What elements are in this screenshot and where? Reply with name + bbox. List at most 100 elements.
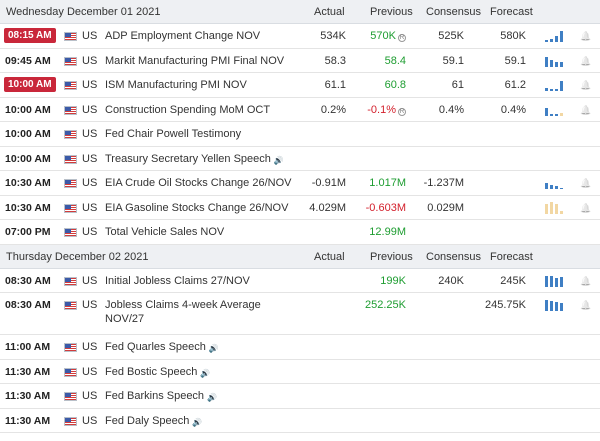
bell-icon[interactable]: 🔔	[580, 299, 592, 311]
chart-bar	[555, 186, 558, 189]
event-row[interactable]: 11:30 AM US Fed Bostic Speech 🔊	[0, 360, 600, 384]
bell-icon[interactable]: 🔔	[580, 104, 592, 116]
event-row[interactable]: 10:00 AM US Construction Spending MoM OCT 0…	[0, 98, 600, 122]
mini-chart[interactable]	[545, 201, 567, 214]
chart-bar	[560, 61, 563, 67]
event-row[interactable]: 11:00 AM US Fed Quarles Speech 🔊	[0, 335, 600, 360]
column-header-forecast[interactable]: Forecast	[490, 6, 533, 18]
event-forecast: 245K	[500, 274, 526, 287]
event-row[interactable]: 10:00 AM US Fed Chair Powell Testimony	[0, 122, 600, 147]
column-header-previous[interactable]: Previous	[370, 6, 413, 18]
event-row[interactable]: 10:30 AM US EIA Gasoline Stocks Change 26/…	[0, 196, 600, 220]
event-name-link[interactable]: Fed Barkins Speech 🔊	[105, 390, 217, 402]
event-name: Total Vehicle Sales NOV	[105, 226, 225, 238]
column-header-actual[interactable]: Actual	[314, 251, 345, 263]
chart-bar	[550, 39, 553, 42]
event-country: US	[82, 30, 98, 42]
event-row[interactable]: 10:30 AM US EIA Crude Oil Stocks Change 26…	[0, 171, 600, 196]
event-row[interactable]: 08:30 AM US Initial Jobless Claims 27/NOV 1…	[0, 269, 600, 293]
event-name-link[interactable]: ISM Manufacturing PMI NOV	[105, 79, 247, 91]
event-name-link[interactable]: Jobless Claims 4-week Average NOV/27	[105, 298, 295, 326]
event-name-link[interactable]: Initial Jobless Claims 27/NOV	[105, 275, 250, 287]
bell-icon[interactable]: 🔔	[580, 30, 592, 42]
event-previous-cell: -0.603M	[346, 202, 406, 214]
event-name-link[interactable]: ADP Employment Change NOV	[105, 30, 260, 42]
event-row[interactable]: 07:00 PM US Total Vehicle Sales NOV 12.99M	[0, 220, 600, 245]
speaker-icon: 🔊	[273, 155, 284, 165]
us-flag-icon	[64, 130, 77, 139]
event-time: 10:00 AM	[4, 77, 56, 92]
mini-chart[interactable]	[545, 275, 567, 287]
event-previous-cell: 1.017M	[346, 177, 406, 189]
event-actual: -0.91M	[311, 177, 346, 189]
event-consensus: 525K	[438, 30, 464, 42]
column-header-actual[interactable]: Actual	[314, 6, 345, 18]
day-header: Thursday December 02 2021 Actual Previous C…	[0, 244, 600, 269]
event-consensus: 59.1	[442, 54, 464, 67]
event-name-link[interactable]: EIA Crude Oil Stocks Change 26/NOV	[105, 177, 291, 189]
chart-bar	[545, 107, 548, 116]
chart-bar	[560, 31, 563, 42]
event-row[interactable]: 09:45 AM US Markit Manufacturing PMI Final…	[0, 49, 600, 73]
chart-bar	[550, 59, 553, 67]
event-previous: 1.017M	[369, 177, 406, 189]
event-row[interactable]: 08:30 AM US Jobless Claims 4-week Average …	[0, 293, 600, 335]
event-name-link[interactable]: Construction Spending MoM OCT	[105, 104, 270, 116]
event-name: Fed Chair Powell Testimony	[105, 128, 242, 140]
event-country: US	[82, 299, 98, 311]
event-time: 10:30 AM	[5, 201, 51, 214]
event-name-link[interactable]: EIA Gasoline Stocks Change 26/NOV	[105, 202, 288, 214]
event-previous: -0.1%	[367, 103, 396, 116]
mini-chart[interactable]	[545, 30, 567, 42]
event-name-link[interactable]: Fed Bostic Speech 🔊	[105, 365, 210, 378]
chart-bar	[550, 89, 553, 91]
mini-chart[interactable]	[545, 177, 567, 189]
chart-bar	[545, 183, 548, 189]
chart-bar	[545, 275, 548, 287]
event-row[interactable]: 11:30 AM US Fed Daly Speech 🔊	[0, 409, 600, 433]
event-name-link[interactable]: Fed Chair Powell Testimony	[105, 128, 241, 140]
bell-icon[interactable]: 🔔	[580, 275, 592, 287]
event-actual: 58.3	[324, 54, 346, 67]
chart-bar	[560, 81, 563, 91]
mini-chart[interactable]	[545, 299, 567, 311]
event-consensus: -1.237M	[423, 177, 464, 189]
event-row[interactable]: 10:00 AM US ISM Manufacturing PMI NOV 61.1 6…	[0, 73, 600, 98]
event-name-link[interactable]: Fed Quarles Speech 🔊	[105, 341, 219, 353]
event-row[interactable]: 10:00 AM US Treasury Secretary Yellen Spee…	[0, 147, 600, 171]
event-name: Fed Bostic Speech	[105, 365, 198, 378]
event-country: US	[82, 274, 98, 287]
event-name-link[interactable]: Total Vehicle Sales NOV	[105, 226, 224, 238]
bell-icon[interactable]: 🔔	[580, 55, 592, 67]
mini-chart[interactable]	[545, 104, 567, 116]
event-country: US	[82, 152, 98, 165]
event-name: EIA Gasoline Stocks Change 26/NOV	[105, 201, 289, 214]
event-row[interactable]: 11:30 AM US Fed Barkins Speech 🔊	[0, 384, 600, 409]
chart-bar	[545, 56, 548, 67]
chart-bar	[555, 61, 558, 67]
bell-icon[interactable]: 🔔	[580, 202, 592, 214]
event-previous: 199K	[380, 274, 406, 287]
mini-chart[interactable]	[545, 79, 567, 91]
event-name: ISM Manufacturing PMI NOV	[105, 79, 247, 91]
event-name: Fed Quarles Speech	[105, 341, 206, 353]
mini-chart[interactable]	[545, 55, 567, 67]
event-name: Fed Barkins Speech	[105, 390, 205, 402]
bell-icon[interactable]: 🔔	[580, 177, 592, 189]
event-name: EIA Crude Oil Stocks Change 26/NOV	[105, 177, 292, 189]
column-header-previous[interactable]: Previous	[370, 251, 413, 263]
chart-bar	[550, 301, 553, 311]
bell-icon[interactable]: 🔔	[580, 79, 592, 91]
event-previous: 58.4	[384, 54, 406, 67]
column-header-consensus[interactable]: Consensus	[426, 251, 481, 263]
event-previous: -0.603M	[365, 201, 406, 214]
chart-bar	[555, 89, 558, 91]
day-date: Wednesday December 01 2021	[6, 6, 161, 18]
event-row[interactable]: 08:15 AM US ADP Employment Change NOV 534K 5…	[0, 24, 600, 49]
column-header-consensus[interactable]: Consensus	[426, 6, 481, 18]
event-name-link[interactable]: Markit Manufacturing PMI Final NOV	[105, 55, 284, 67]
event-name-link[interactable]: Fed Daly Speech 🔊	[105, 415, 202, 427]
event-name-link[interactable]: Treasury Secretary Yellen Speech 🔊	[105, 153, 284, 165]
event-previous: 570K	[370, 30, 396, 42]
column-header-forecast[interactable]: Forecast	[490, 251, 533, 263]
